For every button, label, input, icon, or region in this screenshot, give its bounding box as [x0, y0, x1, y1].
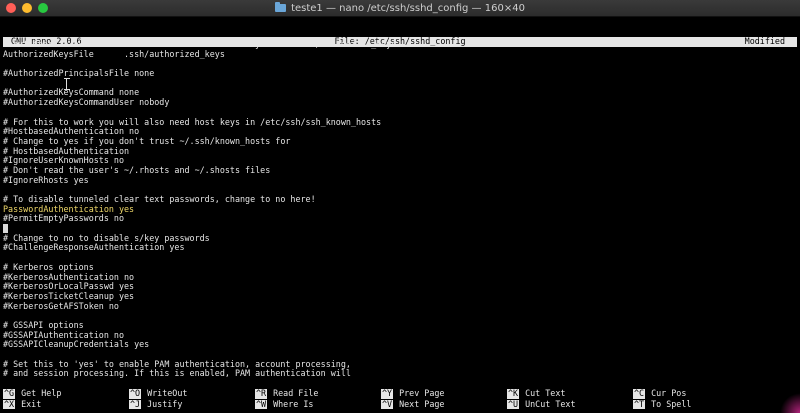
editor-line[interactable]: AuthorizedKeysFile .ssh/authorized_keys	[3, 49, 793, 60]
editor-line[interactable]	[3, 253, 793, 263]
shortcut-key: ^V	[381, 398, 394, 410]
shortcut-key: ^X	[3, 398, 16, 410]
shortcut-label: Where Is	[273, 398, 314, 409]
shortcut-prev-page[interactable]: ^Y Prev Page	[381, 388, 445, 399]
shortcut-cur-pos[interactable]: ^C Cur Pos	[633, 388, 687, 399]
shortcut-label: Read File	[273, 388, 319, 399]
shortcut-label: Next Page	[399, 398, 445, 409]
editor-line[interactable]	[3, 311, 793, 321]
shortcut-label: Prev Page	[399, 388, 445, 399]
ibeam-pointer-icon	[64, 78, 70, 90]
desktop-corner	[780, 393, 800, 413]
window-title: teste1 — nano /etc/ssh/sshd_config — 160…	[291, 2, 525, 14]
shortcut-bar: ^G Get Help ^O WriteOut ^R Read File ^Y Prev Pa…	[3, 388, 797, 411]
window-title-container: teste1 — nano /etc/ssh/sshd_config — 160…	[0, 0, 800, 16]
editor-line[interactable]: #AuthorizedPrincipalsFile none	[3, 68, 793, 79]
editor-line[interactable]: #KerberosGetAFSToken no	[3, 301, 793, 312]
shortcut-read-file[interactable]: ^R Read File	[255, 388, 319, 399]
nano-editor[interactable]: GNU nano 2.0.6 File: /etc/ssh/sshd_confi…	[3, 18, 797, 411]
folder-icon	[275, 2, 287, 12]
shortcut-key: ^C	[633, 388, 646, 399]
shortcut-label: Justify	[147, 398, 183, 409]
editor-line[interactable]: # and session processing. If this is ena…	[3, 369, 793, 379]
editor-text-area[interactable]: # but this is overridden so installation…	[3, 39, 793, 379]
shortcut-key: ^K	[507, 388, 520, 399]
shortcut-next-page[interactable]: ^V Next Page	[381, 398, 445, 410]
shortcut-label: Cur Pos	[651, 388, 687, 399]
text-cursor-icon	[3, 224, 8, 234]
shortcut-key: ^R	[255, 388, 268, 399]
shortcut-key: ^G	[3, 388, 16, 399]
shortcut-writeout[interactable]: ^O WriteOut	[129, 388, 188, 399]
scrollbar[interactable]	[795, 18, 799, 410]
shortcut-label: WriteOut	[147, 388, 188, 399]
shortcut-key: ^O	[129, 388, 142, 399]
shortcut-label: Get Help	[21, 388, 62, 399]
shortcut-key: ^T	[633, 398, 646, 410]
shortcut-key: ^Y	[381, 388, 394, 399]
editor-line[interactable]: #GSSAPICleanupCredentials yes	[3, 340, 793, 350]
shortcut-cut-text[interactable]: ^K Cut Text	[507, 388, 566, 399]
editor-line[interactable]: #ChallengeResponseAuthentication yes	[3, 243, 793, 253]
shortcut-label: Cut Text	[525, 388, 566, 399]
shortcut-get-help[interactable]: ^G Get Help	[3, 388, 62, 399]
shortcut-justify[interactable]: ^J Justify	[129, 398, 183, 410]
editor-line[interactable]: #PermitEmptyPasswords no	[3, 214, 793, 224]
shortcut-to-spell[interactable]: ^T To Spell	[633, 398, 692, 410]
editor-line[interactable]: # Don't read the user's ~/.rhosts and ~/…	[3, 165, 793, 176]
shortcut-label: Exit	[21, 398, 42, 409]
editor-line[interactable]: #AuthorizedKeysCommandUser nobody	[3, 97, 793, 108]
shortcut-exit[interactable]: ^X Exit	[3, 398, 42, 410]
shortcut-key: ^J	[129, 398, 142, 410]
title-bar[interactable]: teste1 — nano /etc/ssh/sshd_config — 160…	[0, 0, 800, 17]
editor-line[interactable]: #KerberosTicketCleanup yes	[3, 291, 793, 302]
shortcut-key: ^W	[255, 398, 268, 410]
shortcut-key: ^U	[507, 398, 520, 410]
shortcut-where-is[interactable]: ^W Where Is	[255, 398, 314, 410]
terminal-window: teste1 — nano /etc/ssh/sshd_config — 160…	[0, 0, 800, 413]
shortcut-uncut-text[interactable]: ^U UnCut Text	[507, 398, 576, 410]
shortcut-label: To Spell	[651, 398, 692, 409]
editor-line[interactable]: #IgnoreRhosts yes	[3, 175, 793, 186]
shortcut-label: UnCut Text	[525, 398, 576, 409]
